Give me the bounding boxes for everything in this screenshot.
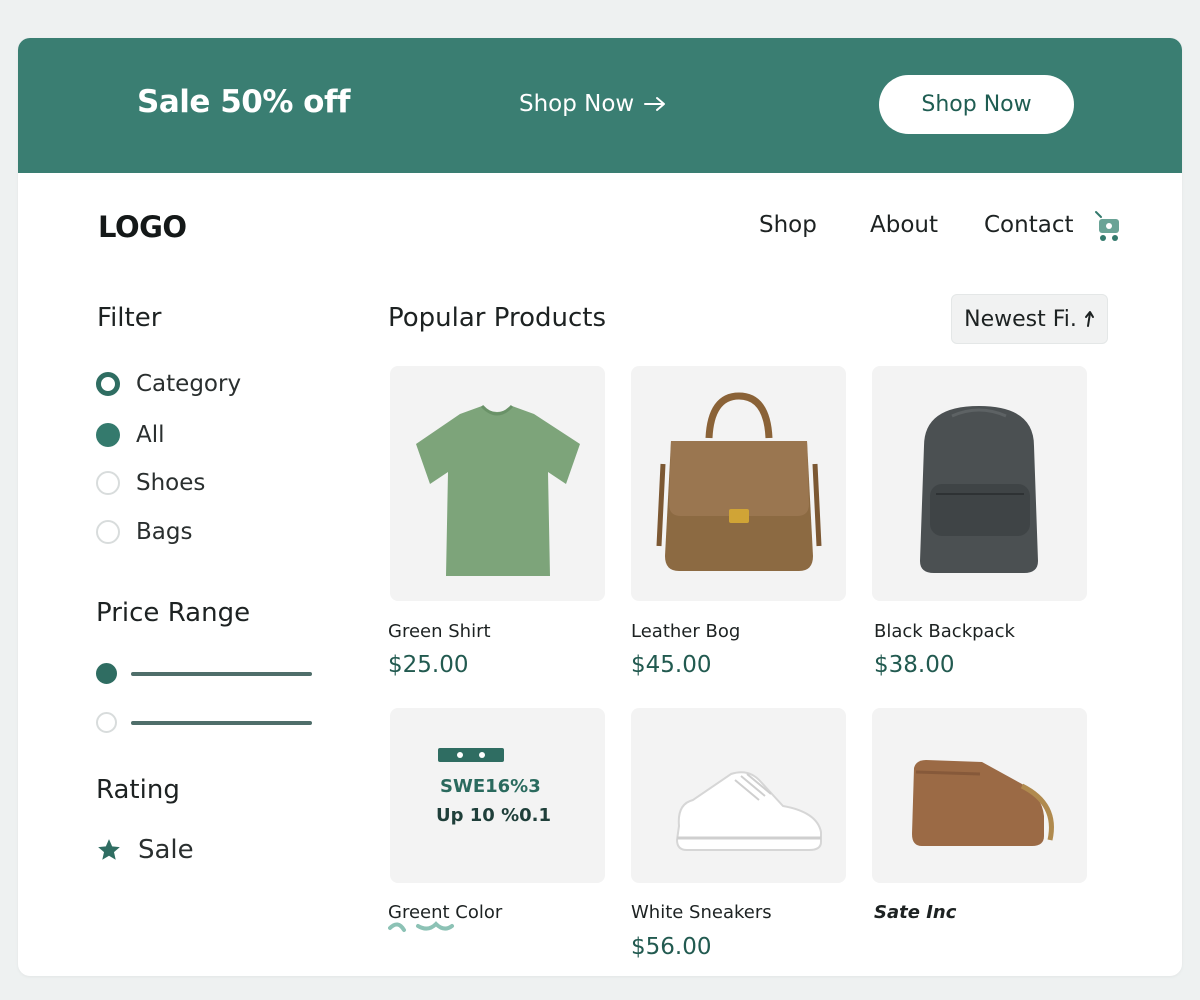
nav-shop[interactable]: Shop <box>759 212 817 238</box>
rating-option-sale[interactable]: Sale <box>96 835 194 865</box>
rating-title: Rating <box>96 775 180 805</box>
cart-icon[interactable] <box>1092 208 1124 244</box>
logo[interactable]: LOGO <box>98 210 187 244</box>
slider-track[interactable] <box>131 671 312 676</box>
slider-track[interactable] <box>131 720 312 725</box>
product-card-leather-bag[interactable] <box>631 366 846 601</box>
product-name[interactable]: White Sneakers <box>631 902 772 923</box>
product-card-black-backpack[interactable] <box>872 366 1087 601</box>
banner-title: Sale 50% off <box>137 84 350 120</box>
product-name[interactable]: Green Shirt <box>388 621 491 642</box>
radio-all[interactable] <box>96 423 120 447</box>
leather-bag-image <box>656 392 822 571</box>
product-price: $45.00 <box>631 652 712 678</box>
filter-title: Filter <box>97 303 162 333</box>
product-name[interactable]: Sate Inc <box>874 902 956 923</box>
rating-label: Sale <box>138 835 194 865</box>
product-name[interactable]: Black Backpack <box>874 621 1015 642</box>
radio-shoes[interactable] <box>96 471 120 495</box>
radio-category[interactable] <box>96 372 120 396</box>
option-label: Category <box>136 371 242 397</box>
nav-about[interactable]: About <box>870 212 938 238</box>
product-price: $38.00 <box>874 652 955 678</box>
page-card: Sale 50% off Shop Now Shop Now LOGO Shop… <box>18 38 1182 976</box>
option-label: Bags <box>136 519 193 545</box>
banner-link-label: Shop Now <box>519 91 635 117</box>
price-range-title: Price Range <box>96 598 251 628</box>
arrow-right-icon <box>644 97 666 111</box>
radio-bags[interactable] <box>96 520 120 544</box>
promo-line-1: SWE16%3 <box>440 776 541 797</box>
scribble-decoration <box>388 921 454 932</box>
banner-shop-now-link[interactable]: Shop Now <box>519 91 666 117</box>
price-slider-max[interactable] <box>96 712 312 733</box>
product-card-white-sneakers[interactable] <box>631 708 846 883</box>
slider-handle[interactable] <box>96 663 117 684</box>
promo-line-2: Up 10 %0.1 <box>436 805 552 826</box>
arrow-up-icon <box>1084 311 1094 327</box>
option-label: Shoes <box>136 470 206 496</box>
sort-label: Newest Fi. <box>964 306 1077 332</box>
sale-banner: Sale 50% off Shop Now Shop Now <box>18 38 1182 173</box>
product-price: $25.00 <box>388 652 469 678</box>
shop-now-button[interactable]: Shop Now <box>879 75 1074 134</box>
popular-products-title: Popular Products <box>388 303 607 333</box>
product-card-brown-pouch[interactable] <box>872 708 1087 883</box>
white-sneakers-image <box>675 771 822 851</box>
slider-handle[interactable] <box>96 712 117 733</box>
product-card-promo[interactable]: SWE16%3 Up 10 %0.1 <box>390 708 605 883</box>
product-price: $56.00 <box>631 934 712 960</box>
product-card-green-shirt[interactable] <box>390 366 605 601</box>
star-icon <box>98 839 120 860</box>
black-backpack-image <box>920 406 1038 573</box>
product-name[interactable]: Leather Bog <box>631 621 740 642</box>
filter-option-shoes[interactable]: Shoes <box>96 470 205 496</box>
green-shirt-image <box>416 404 580 576</box>
filter-option-all[interactable]: All <box>96 422 165 448</box>
brown-pouch-image <box>912 760 1054 846</box>
filter-option-bags[interactable]: Bags <box>96 519 192 545</box>
filter-option-category[interactable]: Category <box>96 371 241 397</box>
nav-contact[interactable]: Contact <box>984 212 1073 238</box>
sort-dropdown[interactable]: Newest Fi. <box>951 294 1108 344</box>
option-label: All <box>136 422 165 448</box>
price-slider-min[interactable] <box>96 663 312 684</box>
